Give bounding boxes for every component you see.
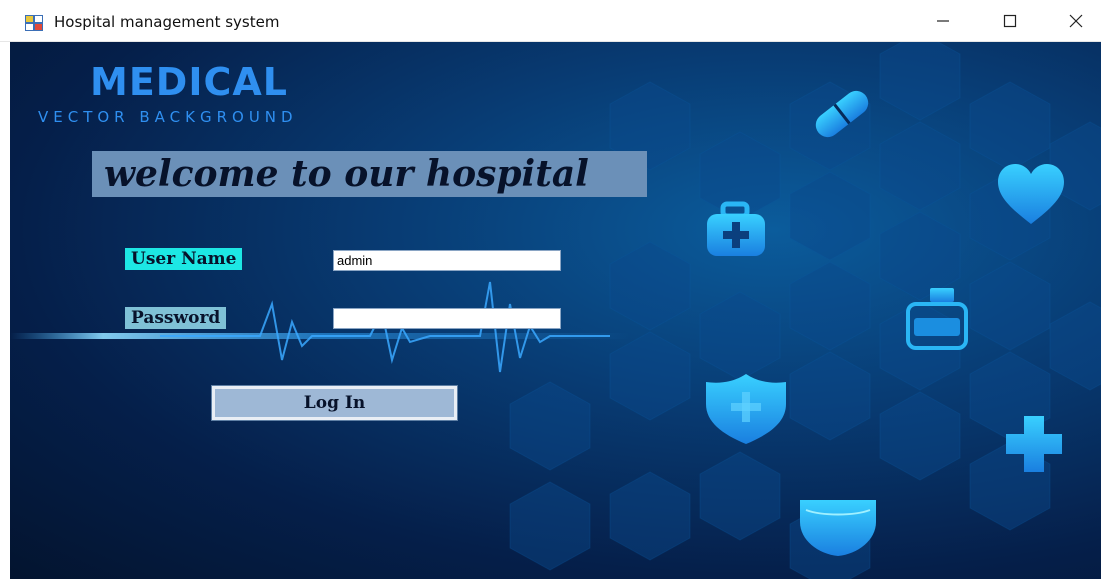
welcome-banner: welcome to our hospital <box>92 151 647 197</box>
login-panel: MEDICAL VECTOR BACKGROUND welcome to our… <box>10 42 1101 579</box>
app-icon <box>25 15 43 31</box>
maximize-icon <box>1003 14 1017 28</box>
close-button[interactable] <box>1053 0 1099 42</box>
shield-icon <box>706 374 786 444</box>
login-button[interactable]: Log In <box>211 385 458 421</box>
app-window: Hospital management system MEDICAL VECTO… <box>0 0 1101 579</box>
window-title: Hospital management system <box>54 13 280 31</box>
brand-subtitle: VECTOR BACKGROUND <box>38 108 298 126</box>
password-label: Password <box>125 307 227 329</box>
username-label: User Name <box>125 248 243 270</box>
brand-title: MEDICAL <box>90 60 288 104</box>
username-input[interactable]: admin <box>333 250 561 271</box>
hexagon-pattern <box>509 42 1101 579</box>
minimize-icon <box>937 20 949 22</box>
maximize-button[interactable] <box>987 0 1033 42</box>
close-icon <box>1069 14 1083 28</box>
password-input[interactable] <box>333 308 561 329</box>
minimize-button[interactable] <box>920 0 966 42</box>
title-bar: Hospital management system <box>0 0 1101 42</box>
